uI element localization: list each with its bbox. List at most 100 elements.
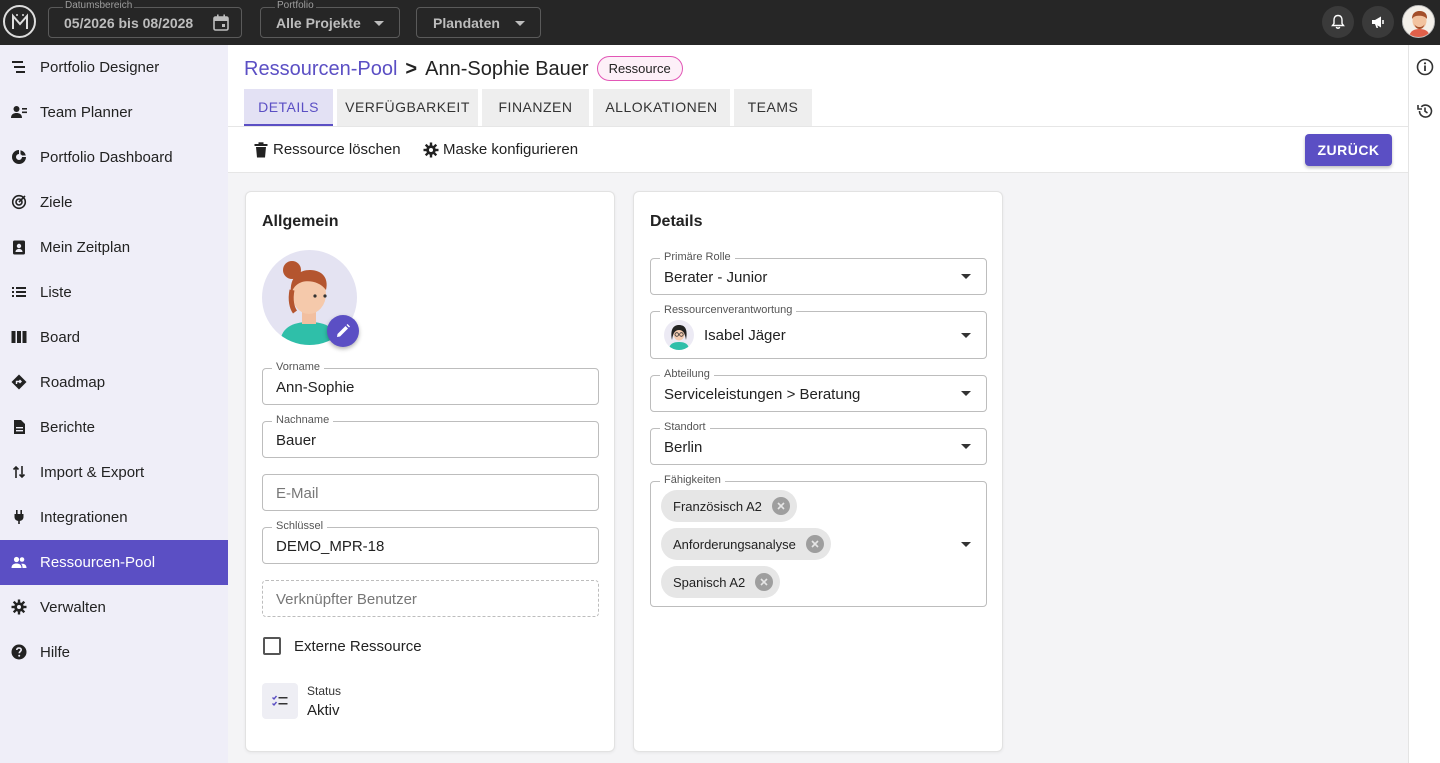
user-avatar-icon — [1403, 6, 1434, 37]
sidebar-item-roadmap[interactable]: Roadmap — [0, 360, 228, 405]
delete-resource-label: Ressource löschen — [273, 141, 401, 158]
edit-avatar-button[interactable] — [327, 315, 359, 347]
general-card-title: Allgemein — [262, 213, 339, 230]
sidebar-item-verwalten[interactable]: Verwalten — [0, 585, 228, 630]
plan-data-select[interactable]: Plandaten — [416, 7, 541, 38]
sidebar-item-label: Mein Zeitplan — [40, 239, 131, 256]
external-resource-checkbox[interactable] — [263, 637, 281, 655]
roadmap-icon — [11, 374, 27, 390]
sidebar-item-mein-zeitplan[interactable]: Mein Zeitplan — [0, 225, 228, 270]
app-logo[interactable] — [3, 5, 36, 38]
skill-chip: Spanisch A2 — [661, 566, 781, 598]
sidebar-item-ressourcen-pool[interactable]: Ressourcen-Pool — [0, 540, 228, 585]
info-icon[interactable] — [1416, 58, 1434, 76]
sidebar-item-label: Ziele — [40, 194, 73, 211]
sidebar-item-integrationen[interactable]: Integrationen — [0, 495, 228, 540]
email-field[interactable]: E-Mail — [262, 474, 599, 511]
date-range-value: 05/2026 bis 08/2028 — [64, 14, 194, 31]
sidebar-item-label: Liste — [40, 284, 72, 301]
sidebar-item-label: Integrationen — [40, 509, 128, 526]
sidebar-item-berichte[interactable]: Berichte — [0, 405, 228, 450]
skills-label: Fähigkeiten — [660, 474, 725, 487]
primary-role-value: Berater - Junior — [664, 269, 768, 286]
right-rail — [1408, 45, 1440, 763]
tab-bar: DETAILS VERFÜGBARKEIT FINANZEN ALLOKATIO… — [244, 89, 816, 126]
user-avatar[interactable] — [1402, 5, 1435, 38]
owner-avatar — [664, 320, 694, 350]
date-range-field[interactable]: Datumsbereich 05/2026 bis 08/2028 — [48, 0, 242, 38]
skill-chip-label: Spanisch A2 — [673, 574, 746, 590]
general-card: Allgemein Vorname Ann-Sophie Nachname Ba… — [245, 191, 615, 752]
sidebar-item-ziele[interactable]: Ziele — [0, 180, 228, 225]
chevron-down-icon — [515, 21, 525, 26]
sidebar-item-portfolio-dashboard[interactable]: Portfolio Dashboard — [0, 135, 228, 180]
trash-icon — [254, 141, 268, 157]
tab-divider — [228, 126, 1408, 127]
team-planner-icon — [11, 106, 27, 118]
key-field[interactable]: Schlüssel DEMO_MPR-18 — [262, 520, 599, 564]
status-value: Aktiv — [307, 702, 340, 719]
skill-chip-label: Französisch A2 — [673, 498, 762, 514]
sidebar-item-label: Berichte — [40, 419, 96, 436]
status-label: Status — [307, 684, 342, 698]
configure-mask-button[interactable]: Maske konfigurieren — [423, 141, 578, 158]
sidebar-item-label: Portfolio Dashboard — [40, 149, 173, 166]
remove-skill-button[interactable] — [805, 535, 824, 553]
resource-owner-select[interactable]: Ressourcenverantwortung Isabel Jäger — [650, 304, 987, 359]
page-header: Ressourcen-Pool > Ann-Sophie Bauer Resso… — [228, 45, 1408, 173]
lastname-field[interactable]: Nachname Bauer — [262, 414, 599, 458]
plan-data-value: Plandaten — [433, 14, 500, 31]
page-title: Ann-Sophie Bauer — [425, 57, 589, 80]
close-icon — [760, 578, 768, 586]
sidebar-item-portfolio-designer[interactable]: Portfolio Designer — [0, 45, 228, 90]
checklist-icon — [272, 695, 288, 707]
sidebar-item-import-export[interactable]: Import & Export — [0, 450, 228, 495]
list-icon — [12, 287, 26, 297]
sidebar-item-label: Board — [40, 329, 81, 346]
people-icon — [11, 556, 27, 568]
primary-role-label: Primäre Rolle — [660, 251, 735, 264]
sidebar-item-team-planner[interactable]: Team Planner — [0, 90, 228, 135]
skill-chip: Anforderungsanalyse — [661, 528, 831, 560]
portfolio-select[interactable]: Portfolio Alle Projekte — [260, 0, 400, 38]
tab-verfuegbarkeit[interactable]: VERFÜGBARKEIT — [337, 89, 478, 126]
remove-skill-button[interactable] — [755, 573, 774, 591]
calendar-icon[interactable] — [213, 14, 229, 31]
announcements-button[interactable] — [1362, 6, 1394, 38]
key-value: DEMO_MPR-18 — [276, 538, 385, 555]
firstname-value: Ann-Sophie — [276, 379, 355, 396]
skills-select[interactable]: Fähigkeiten Französisch A2 Anforderungsa… — [650, 474, 987, 607]
delete-resource-button[interactable]: Ressource löschen — [254, 141, 401, 158]
department-label: Abteilung — [660, 368, 714, 381]
help-icon — [11, 644, 27, 660]
tab-teams[interactable]: TEAMS — [734, 89, 812, 126]
notifications-button[interactable] — [1322, 6, 1354, 38]
type-badge: Ressource — [596, 56, 683, 81]
tab-allokationen[interactable]: ALLOKATIONEN — [593, 89, 730, 126]
firstname-field[interactable]: Vorname Ann-Sophie — [262, 361, 599, 405]
breadcrumb-link-ressourcen-pool[interactable]: Ressourcen-Pool — [244, 57, 397, 81]
chevron-down-icon — [961, 274, 971, 279]
remove-skill-button[interactable] — [771, 497, 790, 515]
tab-details[interactable]: DETAILS — [244, 89, 333, 126]
location-label: Standort — [660, 421, 710, 434]
dashboard-icon — [12, 150, 26, 164]
sidebar-item-hilfe[interactable]: Hilfe — [0, 630, 228, 675]
history-icon[interactable] — [1416, 102, 1434, 120]
linked-user-placeholder: Verknüpfter Benutzer — [276, 591, 417, 608]
primary-role-select[interactable]: Primäre Rolle Berater - Junior — [650, 251, 987, 295]
location-select[interactable]: Standort Berlin — [650, 421, 987, 465]
chevron-down-icon — [961, 542, 971, 547]
sidebar-item-board[interactable]: Board — [0, 315, 228, 360]
linked-user-field[interactable]: Verknüpfter Benutzer — [262, 580, 599, 617]
back-button[interactable]: ZURÜCK — [1305, 134, 1392, 166]
resource-owner-label: Ressourcenverantwortung — [660, 304, 797, 317]
sidebar: Portfolio Designer Team Planner Portfoli… — [0, 45, 228, 763]
date-range-label: Datumsbereich — [63, 0, 135, 12]
tab-finanzen[interactable]: FINANZEN — [482, 89, 589, 126]
chevron-down-icon — [961, 333, 971, 338]
sidebar-item-liste[interactable]: Liste — [0, 270, 228, 315]
sidebar-item-label: Verwalten — [40, 599, 106, 616]
megaphone-icon — [1372, 16, 1384, 28]
department-select[interactable]: Abteilung Serviceleistungen > Beratung — [650, 368, 987, 412]
